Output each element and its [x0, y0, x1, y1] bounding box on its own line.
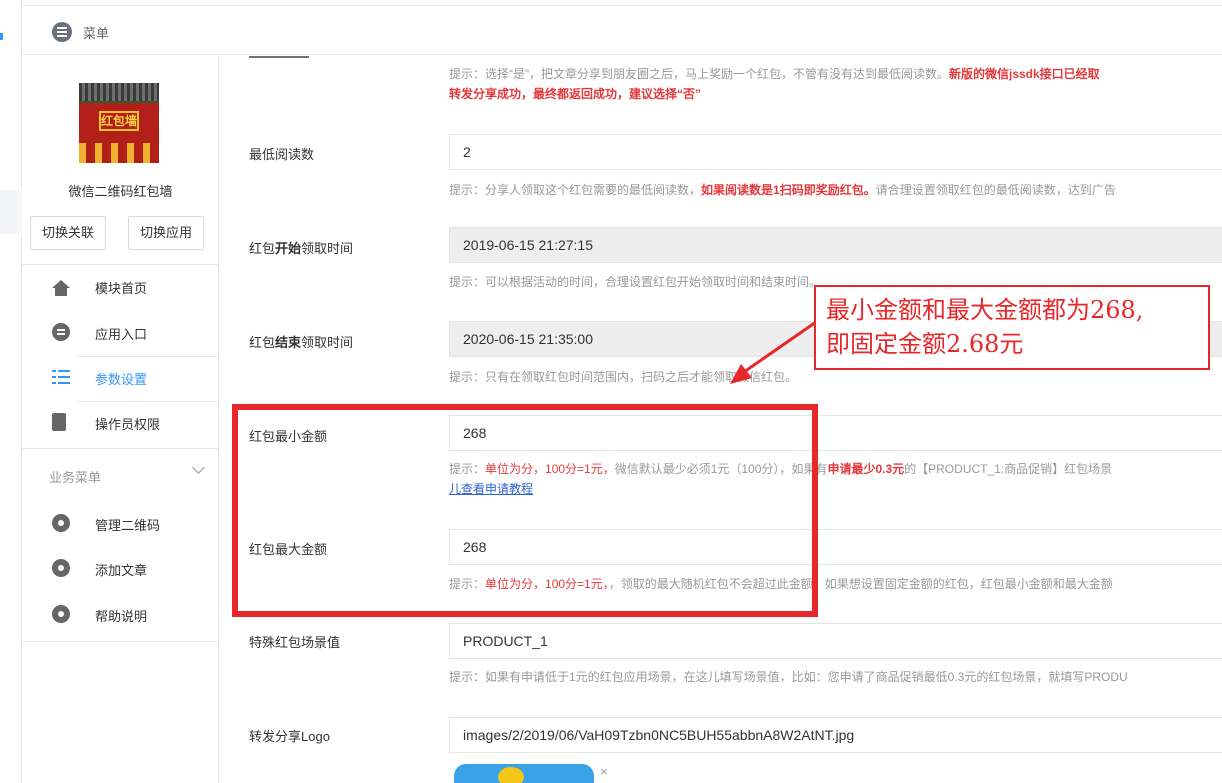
gear-icon	[52, 559, 70, 577]
min-read-label: 最低阅读数	[249, 147, 315, 162]
left-strip-highlight	[0, 190, 22, 234]
thumbnail-face	[498, 767, 524, 783]
chat-icon	[52, 323, 70, 341]
menu-icon[interactable]	[52, 22, 72, 42]
menu-title[interactable]: 菜单	[83, 23, 109, 42]
gear-icon	[52, 514, 70, 532]
share-reward-hint: 提示：选择“是”，把文章分享到朋友圈之后，马上奖励一个红包，不管有没有达到最低阅…	[449, 67, 1100, 101]
app-name: 微信二维码红包墙	[68, 184, 173, 199]
sidebar-item-label: 模块首页	[95, 281, 148, 296]
annotation-callout: 最小金额和最大金额都为268, 即固定金额2.68元	[814, 285, 1210, 370]
share-logo-label: 转发分享Logo	[249, 729, 330, 744]
app-logo: 红包墙	[79, 83, 159, 163]
sidebar-divider	[22, 448, 219, 449]
highlight-box	[232, 404, 818, 617]
sidebar-item-label: 应用入口	[95, 327, 148, 342]
sidebar-item-label: 操作员权限	[95, 417, 161, 432]
home-icon	[52, 280, 70, 296]
annotation-line-1: 最小金额和最大金额都为268,	[826, 296, 1144, 324]
sidebar-item-app-entry[interactable]: 应用入口	[22, 311, 219, 355]
list-icon	[52, 368, 70, 386]
doc-icon	[52, 413, 66, 431]
scene-label: 特殊红包场景值	[249, 635, 341, 650]
sidebar-item-add-article[interactable]: 添加文章	[22, 547, 219, 591]
logo-roof	[79, 83, 159, 103]
gear-icon	[52, 605, 70, 623]
sidebar-item-operator[interactable]: 操作员权限	[22, 401, 219, 445]
scene-hint: 提示：如果有申请低于1元的红包应用场景，在这儿填写场景值，比如：您申请了商品促销…	[449, 670, 1128, 684]
start-time-label: 红包开始领取时间	[249, 241, 354, 256]
sidebar-item-manage-qrcode[interactable]: 管理二维码	[22, 502, 219, 546]
sidebar: 红包墙 微信二维码红包墙 切换关联 切换应用 模块首页 应用入口 参数设置 操作…	[22, 56, 219, 783]
sidebar-item-label: 管理二维码	[95, 518, 161, 533]
sidebar-item-label: 添加文章	[95, 563, 148, 578]
logo-lanterns	[79, 143, 159, 163]
sidebar-item-label: 帮助说明	[95, 609, 148, 624]
end-time-hint: 提示：只有在领取红包时间范围内，扫码之后才能领取微信红包。	[449, 370, 798, 384]
end-time-label: 红包结束领取时间	[249, 335, 354, 350]
sidebar-divider	[22, 641, 219, 642]
share-logo-input[interactable]: images/2/2019/06/VaH09Tzbn0NC5BUH55abbnA…	[449, 717, 1222, 753]
switch-app-button[interactable]: 切换应用	[128, 216, 204, 250]
top-bar: 菜单	[22, 5, 1222, 55]
app-window: 菜单 红包墙 微信二维码红包墙 切换关联 切换应用 模块首页 应用入口 参数设置…	[0, 0, 1222, 783]
min-read-hint: 提示：分享人领取这个红包需要的最低阅读数，如果阅读数是1扫码即奖励红包。请合理设…	[449, 183, 1116, 197]
scene-input[interactable]: PRODUCT_1	[449, 623, 1222, 659]
logo-thumbnail	[454, 764, 594, 783]
clipped-label-remnant	[249, 56, 309, 58]
active-indicator	[0, 33, 3, 40]
logo-sign: 红包墙	[99, 111, 139, 131]
switch-link-button[interactable]: 切换关联	[30, 216, 106, 250]
start-time-input[interactable]: 2019-06-15 21:27:15	[449, 227, 1222, 263]
chevron-down-icon[interactable]	[192, 461, 205, 474]
sidebar-item-module-home[interactable]: 模块首页	[22, 265, 219, 309]
business-menu-label[interactable]: 业务菜单	[49, 467, 101, 486]
min-read-input[interactable]: 2	[449, 134, 1222, 170]
annotation-line-2: 即固定金额2.68元	[826, 330, 1024, 358]
left-edge-strip	[0, 0, 22, 783]
sidebar-item-label: 参数设置	[95, 372, 148, 387]
sidebar-item-help[interactable]: 帮助说明	[22, 593, 219, 637]
close-icon[interactable]: ×	[600, 764, 608, 779]
sidebar-item-params[interactable]: 参数设置	[22, 356, 219, 400]
